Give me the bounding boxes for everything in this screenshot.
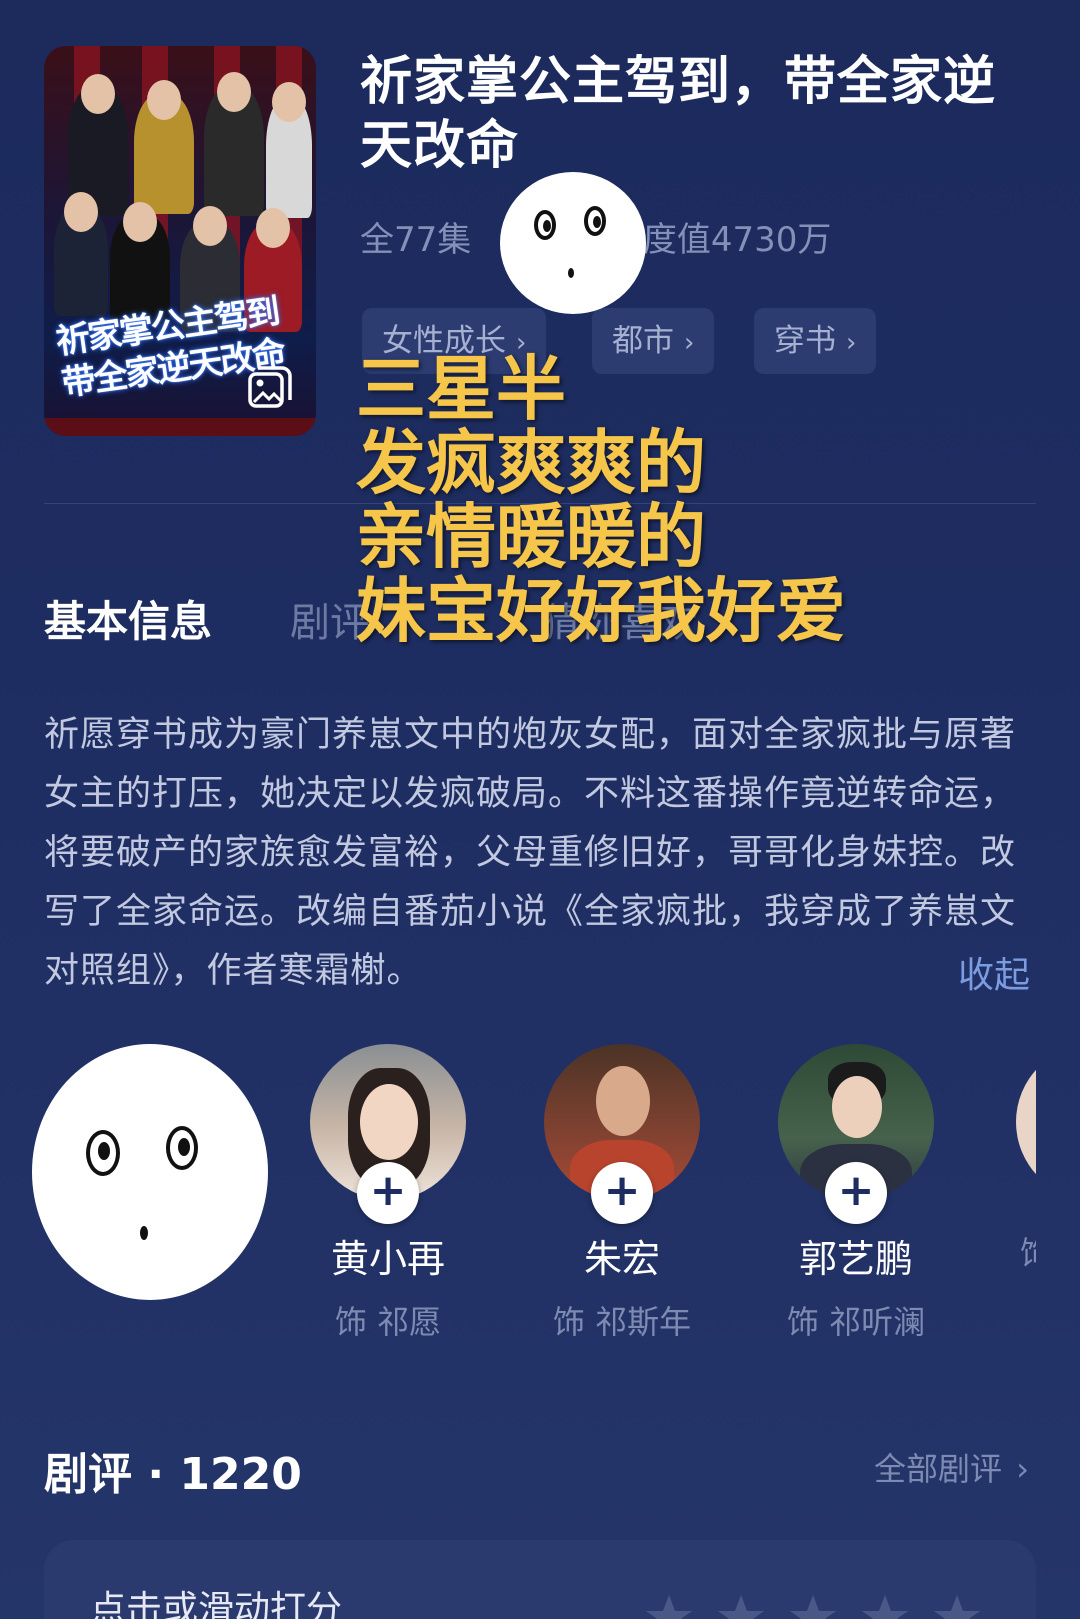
cast-role: 饰 祁愿 (334, 1303, 442, 1341)
tab-basic-info[interactable]: 基本信息 (44, 588, 212, 649)
cast-name: 郭艺鹏 (798, 1237, 913, 1281)
overlay-line: 三星半 (356, 347, 566, 430)
star-icon[interactable] (644, 1592, 694, 1619)
overlay-comment: 三星半 发疯爽爽的 亲情暖暖的 妹宝好好我好爱 (356, 352, 846, 648)
overlay-line: 发疯爽爽的 (356, 421, 706, 504)
all-reviews-label: 全部剧评 (874, 1450, 1003, 1488)
cast-role: 饰 (1020, 1228, 1036, 1274)
collapse-link[interactable]: 收起 (958, 946, 1030, 998)
gallery-icon[interactable] (246, 364, 294, 412)
avatar: + (310, 1044, 466, 1224)
reviews-title: 剧评 · 1220 (44, 1449, 302, 1500)
cast-role: 饰 祁斯年 (552, 1303, 692, 1341)
cast-name: 黄小再 (330, 1237, 445, 1281)
cast-item-partial[interactable]: 饰 (980, 1044, 1036, 1274)
overlay-line: 亲情暖暖的 (356, 495, 706, 578)
cast-name: 朱宏 (583, 1237, 660, 1281)
face-sticker (500, 172, 646, 314)
all-reviews-link[interactable]: 全部剧评 › (874, 1444, 1029, 1490)
rate-prompt: 点击或滑动打分 (90, 1589, 343, 1619)
cast-item-guo[interactable]: + 郭艺鹏 饰 祁听澜 (746, 1044, 966, 1343)
avatar (1016, 1044, 1036, 1200)
cast-item-zhu[interactable]: + 朱宏 饰 祁斯年 (512, 1044, 732, 1343)
avatar: + (778, 1044, 934, 1224)
star-icon[interactable] (788, 1592, 838, 1619)
avatar: + (544, 1044, 700, 1224)
star-icon[interactable] (860, 1592, 910, 1619)
heat-value: 度值4730万 (642, 220, 832, 260)
plus-icon[interactable]: + (591, 1162, 653, 1224)
cast-role: 饰 祁听澜 (786, 1303, 926, 1341)
plus-icon[interactable]: + (825, 1162, 887, 1224)
cast-item-huang[interactable]: + 黄小再 饰 祁愿 (278, 1044, 498, 1343)
chevron-right-icon: › (1016, 1450, 1029, 1488)
overlay-line: 妹宝好好我好爱 (356, 569, 846, 652)
star-icon[interactable] (932, 1592, 982, 1619)
episode-count: 全77集 (360, 220, 472, 260)
poster-footer (44, 418, 316, 436)
chevron-right-icon: › (846, 328, 857, 358)
star-icon[interactable] (716, 1592, 766, 1619)
drama-title: 祈家掌公主驾到，带全家逆天改命 (360, 52, 997, 176)
plus-icon[interactable]: + (357, 1162, 419, 1224)
face-sticker (32, 1044, 268, 1300)
synopsis-text: 祈愿穿书成为豪门养崽文中的炮灰女配，面对全家疯批与原著女主的打压，她决定以发疯破… (44, 715, 1017, 991)
